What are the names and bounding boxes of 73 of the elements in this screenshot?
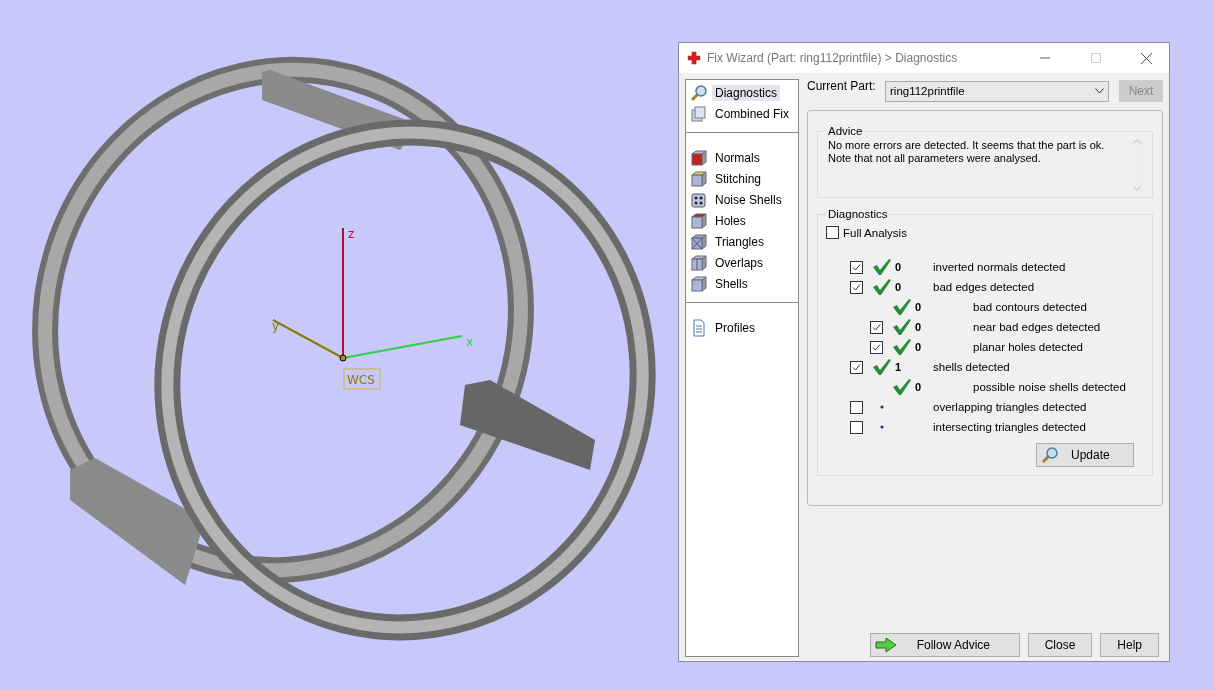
diagnostic-label: intersecting triangles detected bbox=[933, 421, 1086, 433]
diagnostic-label: possible noise shells detected bbox=[972, 381, 1126, 393]
check-icon bbox=[892, 378, 912, 396]
sidebar-item[interactable]: Overlaps bbox=[712, 254, 767, 271]
maximize-icon bbox=[1090, 53, 1101, 63]
chevron-down-icon bbox=[1095, 88, 1104, 94]
update-button[interactable]: Update bbox=[1036, 443, 1134, 467]
part-dropdown[interactable]: ring112printfile bbox=[885, 80, 1109, 102]
check-icon bbox=[872, 258, 892, 276]
arrow-right-icon bbox=[874, 637, 897, 653]
sidebar-item[interactable]: Holes bbox=[712, 212, 749, 229]
cube-icon bbox=[690, 232, 708, 251]
checkbox[interactable] bbox=[850, 420, 863, 434]
dot-icon bbox=[880, 425, 884, 429]
count: 0 bbox=[915, 321, 922, 333]
checkbox[interactable] bbox=[826, 226, 839, 239]
check-icon bbox=[872, 278, 892, 296]
count: 0 bbox=[915, 381, 922, 393]
search-icon bbox=[690, 83, 708, 102]
axis: y bbox=[272, 319, 344, 359]
diagnostic-label: planar holes detected bbox=[972, 341, 1083, 353]
checkbox[interactable] bbox=[850, 280, 863, 294]
diagnostics-title: Diagnostics bbox=[827, 208, 889, 220]
checkbox[interactable] bbox=[850, 400, 863, 414]
close-icon bbox=[1141, 52, 1152, 64]
origin-icon bbox=[339, 354, 347, 362]
cube-icon bbox=[690, 274, 708, 293]
check-icon bbox=[872, 358, 892, 376]
current-part-label: Current Part: bbox=[807, 79, 877, 93]
origin-label: WCS bbox=[343, 368, 381, 390]
cube-icon bbox=[690, 148, 708, 167]
count: 1 bbox=[895, 361, 902, 373]
checkbox-label: Full Analysis bbox=[843, 226, 907, 239]
search-icon bbox=[1041, 446, 1059, 464]
pages-icon bbox=[690, 104, 708, 123]
follow-advice-button[interactable]: Follow Advice bbox=[869, 633, 1020, 657]
count: 0 bbox=[915, 301, 922, 313]
diagnostic-label: overlapping triangles detected bbox=[933, 401, 1087, 413]
sidebar-item[interactable]: Noise Shells bbox=[712, 191, 785, 208]
sidebar-item[interactable]: Profiles bbox=[712, 319, 758, 336]
count: 0 bbox=[895, 261, 902, 273]
window-title: Fix Wizard (Part: ring112printfile) > Diagnostics bbox=[707, 51, 959, 65]
count: 0 bbox=[895, 281, 902, 293]
diagnostic-label: inverted normals detected bbox=[933, 261, 1066, 273]
diagnostic-label: near bad edges detected bbox=[972, 321, 1101, 333]
advice-text: No more errors are detected. It seems that the part is ok. Note that not all parameters were analysed. bbox=[827, 139, 1105, 166]
dice-icon bbox=[690, 190, 708, 209]
count: 0 bbox=[915, 341, 922, 353]
sidebar-item[interactable]: Combined Fix bbox=[712, 105, 793, 122]
checkbox[interactable] bbox=[850, 360, 863, 374]
cube-icon bbox=[690, 169, 708, 188]
sidebar-item[interactable]: Triangles bbox=[712, 233, 767, 250]
diagnostic-label: bad contours detected bbox=[972, 301, 1087, 313]
checkbox[interactable] bbox=[850, 260, 863, 274]
check-icon bbox=[892, 338, 912, 356]
cube-icon bbox=[690, 211, 708, 230]
document-icon bbox=[690, 318, 708, 337]
sidebar-item[interactable]: Diagnostics bbox=[712, 84, 781, 101]
diagnostic-label: bad edges detected bbox=[933, 281, 1035, 293]
checkbox[interactable] bbox=[870, 340, 883, 354]
plus-icon bbox=[687, 51, 701, 65]
diagnostic-label: shells detected bbox=[933, 361, 1010, 373]
dialog-button[interactable]: Close bbox=[1027, 633, 1093, 657]
sidebar-item[interactable]: Shells bbox=[712, 275, 751, 292]
checkbox[interactable] bbox=[870, 320, 883, 334]
dot-icon bbox=[880, 405, 884, 409]
check-icon bbox=[892, 318, 912, 336]
check-icon bbox=[892, 298, 912, 316]
sidebar-item[interactable]: Stitching bbox=[712, 170, 765, 187]
sidebar-item[interactable]: Normals bbox=[712, 149, 763, 166]
cube-icon bbox=[690, 253, 708, 272]
advice-title: Advice bbox=[827, 125, 864, 137]
dialog-button[interactable]: Help bbox=[1100, 633, 1159, 657]
